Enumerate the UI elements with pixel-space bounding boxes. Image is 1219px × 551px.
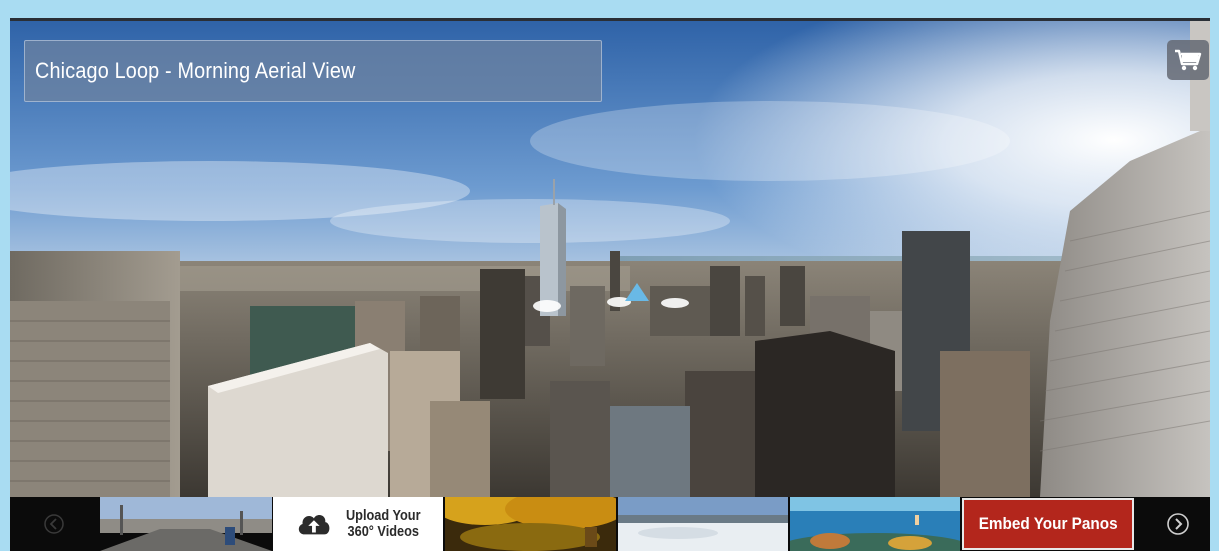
thumbnail-snow-field-panorama[interactable] [618,497,788,551]
cloud-upload-icon [298,515,330,535]
chevron-left-circle-icon [44,514,64,534]
upload-label-line2: 360° Videos [347,523,419,540]
upload-videos-label: Upload Your 360° Videos [339,508,428,540]
chevron-right-circle-icon [1167,513,1189,535]
strip-next-button[interactable] [1146,497,1210,551]
upload-videos-button[interactable]: Upload Your 360° Videos [273,497,443,551]
pano-title: Chicago Loop - Morning Aerial View [35,58,356,83]
strip-prev-button[interactable] [10,497,98,551]
thumbnail-street-panorama[interactable] [100,497,272,551]
embed-panos-label: Embed Your Panos [978,514,1118,533]
thumbnail-autumn-forest-panorama[interactable] [445,497,616,551]
underwater-reef-panorama-image [790,497,960,551]
street-panorama-image [100,497,272,551]
cart-button[interactable] [1167,40,1209,80]
viewer-frame: Chicago Loop - Morning Aerial View Uploa… [0,0,1219,551]
snow-field-panorama-image [618,497,788,551]
embed-panos-button[interactable]: Embed Your Panos [962,498,1134,550]
autumn-forest-panorama-image [445,497,616,551]
thumbnail-underwater-reef-panorama[interactable] [790,497,960,551]
upload-label-line1: Upload Your [345,507,421,524]
thumbnail-strip: Upload Your 360° Videos Embed Your Panos [10,497,1210,551]
shopping-cart-icon [1175,49,1202,71]
pano-title-box: Chicago Loop - Morning Aerial View [24,40,602,102]
